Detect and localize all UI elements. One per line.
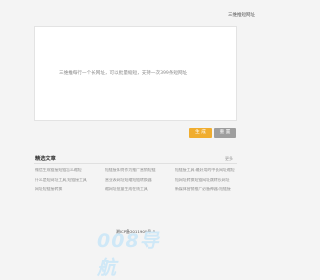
article-link[interactable]: 微信生成链接短链怎么缩短 (35, 168, 97, 173)
more-link[interactable]: 更多 (225, 156, 233, 162)
article-list: 微信生成链接短链怎么缩短 短链接如何作为推广营销短链 短链接工具:最好用的中长网… (35, 168, 237, 192)
article-link[interactable]: 短链接工具:最好用的中长网址缩短 (175, 168, 237, 173)
logo-text: 008导航 (97, 230, 160, 279)
article-link[interactable]: 网址短链接转换 (35, 187, 97, 192)
section-title: 精选文章 (35, 156, 56, 162)
site-link[interactable]: 三维推短网址 (228, 12, 255, 18)
article-link[interactable]: 新媒体营销推广必备神器:短链接 (175, 187, 237, 192)
logo: 008导航 (97, 230, 177, 279)
generate-button[interactable]: 生 成 (189, 128, 212, 138)
url-input[interactable]: 三维推每行一个长网址，可以批量缩短，支持一次399条短网址 (34, 26, 237, 121)
divider (34, 163, 237, 164)
article-link[interactable]: 缩网址批量生成在线工具 (105, 187, 167, 192)
article-link[interactable]: 短链接如何作为推广营销短链 (105, 168, 167, 173)
input-placeholder: 三维推每行一个长网址，可以批量缩短，支持一次399条短网址 (59, 71, 188, 76)
article-link[interactable]: 短网址转换短链网址跳转长网址 (175, 178, 237, 183)
article-link[interactable]: 营业表网址短缩短链转换器 (105, 178, 167, 183)
reset-button[interactable]: 重 置 (214, 128, 236, 138)
article-link[interactable]: 什么是短网址工具,短链接工具 (35, 178, 97, 183)
